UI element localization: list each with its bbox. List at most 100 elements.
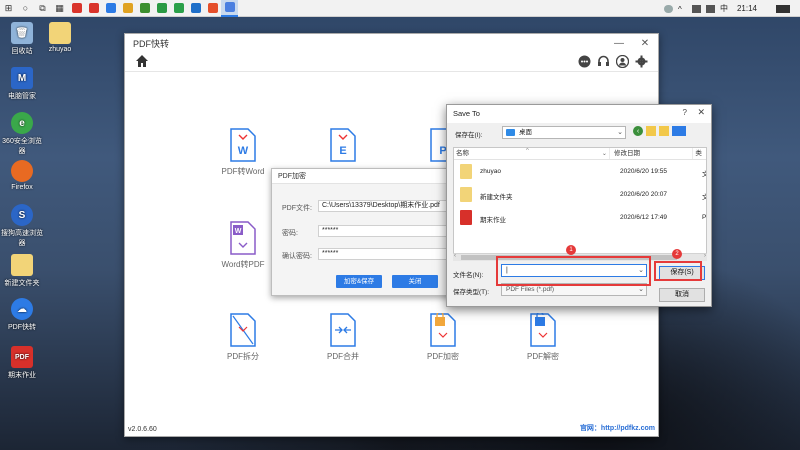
word-to-pdf-icon: W <box>230 221 256 255</box>
annotation-highlight-filename <box>496 256 651 286</box>
desktop-icon-firefox[interactable]: Firefox <box>0 160 44 191</box>
file-row[interactable]: zhuyao 2020/6/20 19:55 文 <box>454 160 706 183</box>
gear-icon[interactable] <box>635 55 648 68</box>
tool-label: PDF加密 <box>427 352 459 361</box>
notification-icon[interactable] <box>776 4 790 13</box>
task-view-icon[interactable]: ⧉ <box>34 0 51 17</box>
desktop-icon-label: Firefox <box>11 184 33 191</box>
desktop-icon-sogou-browser[interactable]: S 搜狗高速浏览器 <box>0 204 44 248</box>
desktop-icon-final-homework[interactable]: PDF 期末作业 <box>0 346 44 380</box>
up-folder-icon[interactable] <box>646 126 656 136</box>
taskbar-app-6[interactable] <box>153 0 170 17</box>
taskbar-app-3[interactable] <box>102 0 119 17</box>
file-row[interactable]: 新建文件夹 2020/6/20 20:07 文 <box>454 183 706 206</box>
taskbar-app-4[interactable] <box>119 0 136 17</box>
chevron-up-icon[interactable]: ^ <box>678 5 687 14</box>
ime-indicator[interactable]: 中 <box>720 3 728 14</box>
file-row[interactable]: 期末作业 2020/6/12 17:49 P <box>454 206 706 229</box>
volume-icon[interactable] <box>705 4 715 13</box>
cloud-icon[interactable] <box>663 4 673 13</box>
start-icon[interactable]: ⊞ <box>0 0 17 17</box>
excel-doc-icon: E <box>330 128 356 162</box>
pdf-file-icon <box>460 210 472 225</box>
file-date: 2020/6/12 17:49 <box>620 214 667 221</box>
tool-pdf-decrypt[interactable]: PDF解密 <box>503 313 583 362</box>
save-dialog-titlebar[interactable]: Save To ? ✕ <box>447 105 711 123</box>
taskbar-app-6-icon <box>156 3 167 13</box>
scroll-right-icon[interactable]: › <box>704 253 706 259</box>
user-icon[interactable] <box>616 55 629 68</box>
sogou-browser-icon: S <box>11 204 33 226</box>
folder-icon <box>11 254 33 276</box>
folder-icon <box>49 22 71 44</box>
tool-pdf-to-excel[interactable]: E <box>303 128 383 166</box>
search-icon[interactable]: ○ <box>17 0 34 17</box>
close-icon[interactable]: ✕ <box>632 34 658 52</box>
filename-label: 文件名(N): <box>453 272 484 279</box>
view-menu-icon[interactable] <box>672 126 686 136</box>
minimize-icon[interactable]: — <box>606 34 632 52</box>
taskbar-app-7[interactable] <box>170 0 187 17</box>
save-in-value: 桌面 <box>519 129 532 136</box>
clock[interactable]: 21:14 <box>737 4 757 13</box>
tool-label: PDF解密 <box>527 352 559 361</box>
desktop-icon-new-folder[interactable]: 新建文件夹 <box>0 254 44 288</box>
close-icon[interactable]: ✕ <box>697 107 705 118</box>
taskbar-app-2-icon <box>88 3 99 13</box>
close-button[interactable]: 关闭 <box>392 275 438 288</box>
taskbar-app-pdfkz[interactable] <box>221 0 238 17</box>
taskbar-app-1-icon <box>71 3 82 13</box>
help-icon[interactable]: ? <box>683 108 687 117</box>
folder-icon <box>460 187 472 202</box>
taskbar-app-2[interactable] <box>85 0 102 17</box>
desktop-icon-pdfkz[interactable]: ☁ PDF快转 <box>0 298 44 332</box>
column-header-name[interactable]: 名称 ^ ⌄ <box>454 148 609 159</box>
taskbar-app-8[interactable] <box>187 0 204 17</box>
taskbar-app-1[interactable] <box>68 0 85 17</box>
desktop-icon-label: 360安全浏览器 <box>2 138 42 155</box>
file-list: 名称 ^ ⌄ 修改日期 类 zhuyao 2020/6/20 19:55 文 新… <box>453 147 707 259</box>
cancel-button[interactable]: 取消 <box>659 288 705 302</box>
desktop-icon-360-browser[interactable]: e 360安全浏览器 <box>0 112 44 156</box>
system-tray: ^ 中 21:14 <box>663 0 800 17</box>
folder-icon <box>506 129 515 136</box>
lock-doc-icon <box>430 313 456 347</box>
svg-text:E: E <box>339 145 346 157</box>
network-icon[interactable] <box>691 4 701 13</box>
annotation-badge-1: 1 <box>566 245 576 255</box>
taskbar-app-5[interactable] <box>136 0 153 17</box>
desktop-icon-label: PDF快转 <box>8 324 36 331</box>
file-type: 文 <box>702 168 706 178</box>
back-icon[interactable]: ‹ <box>633 126 643 136</box>
headset-icon[interactable] <box>597 55 610 68</box>
file-type: P <box>702 214 707 221</box>
save-in-dropdown[interactable]: 桌面 ⌄ <box>502 126 626 139</box>
browser-360-icon: e <box>11 112 33 134</box>
tool-pdf-split[interactable]: PDF拆分 <box>203 313 283 362</box>
column-header-type[interactable]: 类 <box>692 148 706 159</box>
encrypt-save-button[interactable]: 加密&保存 <box>336 275 382 288</box>
new-folder-icon[interactable] <box>659 126 669 136</box>
website-link[interactable]: 官网：http://pdfkz.com <box>580 423 655 433</box>
save-in-label: 保存在(I): <box>455 132 483 139</box>
taskbar-app-9-icon <box>207 3 218 13</box>
save-dialog-title: Save To <box>453 109 480 118</box>
app-titlebar[interactable]: PDF快转 <box>125 34 658 52</box>
widgets-icon[interactable]: ▦ <box>51 0 68 17</box>
app-title: PDF快转 <box>133 38 170 49</box>
chat-icon[interactable] <box>578 55 591 68</box>
recycle-bin-icon: 🗑 <box>11 22 33 44</box>
desktop-icon-label: 搜狗高速浏览器 <box>1 230 43 247</box>
chevron-down-icon: ⌄ <box>617 129 623 136</box>
taskbar-app-9[interactable] <box>204 0 221 17</box>
desktop-icon-pc-manager[interactable]: M 电脑管家 <box>0 67 44 101</box>
tool-pdf-encrypt[interactable]: PDF加密 <box>403 313 483 362</box>
tool-label: Word转PDF <box>221 260 265 269</box>
pdfkz-icon: ☁ <box>11 298 33 320</box>
desktop-icon-zhuyao[interactable]: zhuyao <box>38 22 82 53</box>
tool-pdf-merge[interactable]: PDF合并 <box>303 313 383 362</box>
scroll-left-icon[interactable]: ‹ <box>454 253 456 259</box>
column-header-date[interactable]: 修改日期 <box>608 148 692 159</box>
unlock-doc-icon <box>530 313 556 347</box>
home-icon[interactable] <box>135 54 149 68</box>
